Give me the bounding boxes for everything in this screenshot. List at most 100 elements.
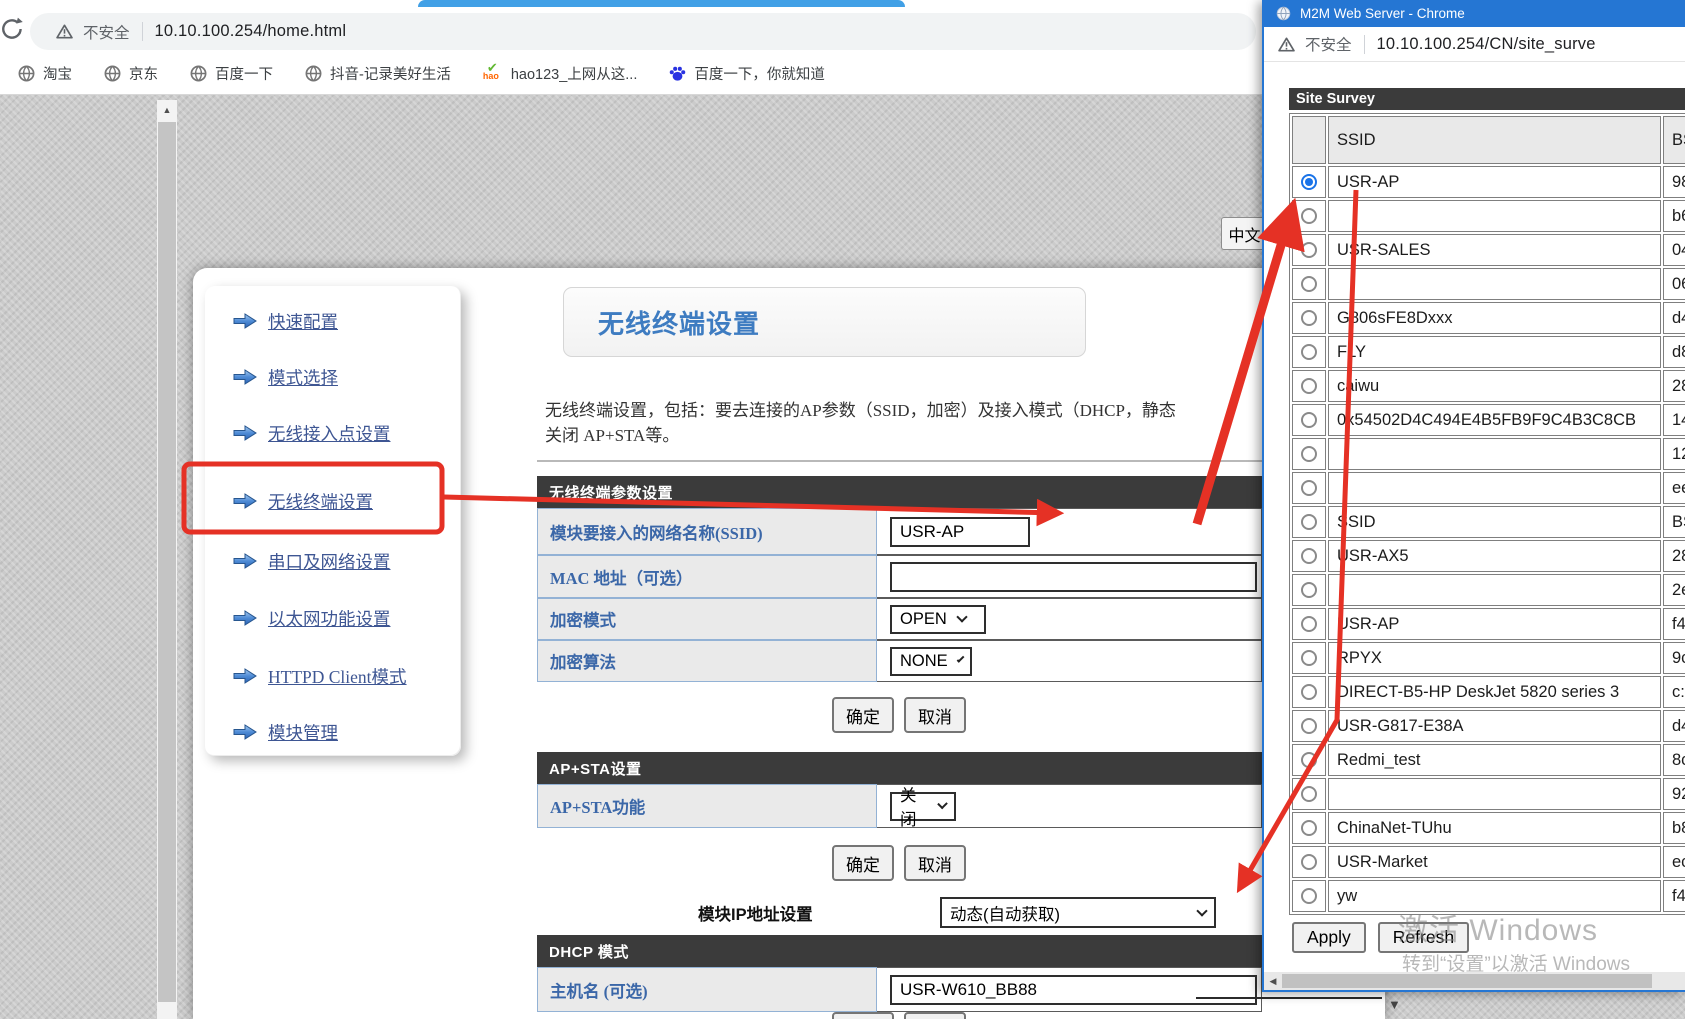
survey-ssid-cell[interactable]: G806sFE8Dxxx — [1328, 302, 1661, 334]
survey-ssid-cell[interactable] — [1328, 472, 1661, 504]
survey-ssid-cell[interactable]: USR-AP — [1328, 608, 1661, 640]
sidebar-item-httpd-client[interactable]: HTTPD Client模式 — [232, 664, 407, 688]
bookmark-label: 抖音-记录美好生活 — [330, 63, 451, 84]
enc-alg-select[interactable]: NONE — [890, 647, 972, 676]
apply-button[interactable]: Apply — [1292, 922, 1366, 953]
survey-ssid-cell[interactable] — [1328, 778, 1661, 810]
mac-input[interactable] — [890, 562, 1257, 592]
radio-unselected[interactable] — [1301, 888, 1317, 904]
scrollbar-thumb[interactable] — [158, 122, 176, 1002]
radio-unselected[interactable] — [1301, 752, 1317, 768]
survey-ssid-cell[interactable]: 0x54502D4C494E4B5FB9F9C4B3C8CB — [1328, 404, 1661, 436]
radio-unselected[interactable] — [1301, 208, 1317, 224]
survey-bssid-cell: 2e — [1663, 574, 1685, 606]
radio-unselected[interactable] — [1301, 344, 1317, 360]
language-switch-button[interactable]: 中文 — [1221, 217, 1268, 250]
radio-unselected[interactable] — [1301, 378, 1317, 394]
cancel-button[interactable]: 取消 — [904, 845, 966, 881]
radio-unselected[interactable] — [1301, 480, 1317, 496]
survey-ssid-cell[interactable]: USR-SALES — [1328, 234, 1661, 266]
bookmark-label: 百度一下 — [215, 63, 273, 84]
ssid-input[interactable] — [890, 517, 1030, 547]
survey-bssid-cell: ee — [1663, 472, 1685, 504]
apsta-select[interactable]: 关闭 — [890, 792, 956, 821]
bookmark-hao123[interactable]: ✔hao hao123_上网从这... — [483, 63, 638, 84]
survey-ssid-cell[interactable]: FLY — [1328, 336, 1661, 368]
section-header-dhcp: DHCP 模式 — [537, 935, 1262, 967]
bookmark-baidu-short[interactable]: 百度一下 — [190, 63, 273, 84]
bookmark-douyin[interactable]: 抖音-记录美好生活 — [305, 63, 451, 84]
ok-button[interactable]: 确定 — [832, 697, 894, 733]
cancel-button[interactable]: 取消 — [904, 1012, 966, 1019]
radio-unselected[interactable] — [1301, 684, 1317, 700]
survey-ssid-cell[interactable] — [1328, 268, 1661, 300]
sidebar-item-ap-settings[interactable]: 无线接入点设置 — [232, 421, 391, 445]
address-bar[interactable]: 不安全 10.10.100.254/home.html — [30, 13, 1256, 50]
radio-unselected[interactable] — [1301, 242, 1317, 258]
active-tab-strip[interactable] — [418, 0, 905, 7]
sidebar-item-quick-config[interactable]: 快速配置 — [232, 309, 338, 333]
survey-ssid-cell[interactable]: USR-G817-E38A — [1328, 710, 1661, 742]
sidebar-item-uart-settings[interactable]: 串口及网络设置 — [232, 549, 391, 573]
radio-unselected[interactable] — [1301, 718, 1317, 734]
popup-titlebar[interactable]: M2M Web Server - Chrome — [1264, 0, 1685, 27]
radio-selected[interactable] — [1301, 174, 1317, 190]
enc-mode-select[interactable]: OPEN — [890, 605, 986, 634]
scroll-up-arrow-icon[interactable]: ▲ — [157, 100, 177, 120]
mac-label: MAC 地址（可选） — [537, 555, 877, 598]
radio-unselected[interactable] — [1301, 582, 1317, 598]
radio-unselected[interactable] — [1301, 276, 1317, 292]
survey-bssid-cell: 28 — [1663, 540, 1685, 572]
survey-ssid-cell[interactable]: SSID — [1328, 506, 1661, 538]
ip-mode-select[interactable]: 动态(自动获取) — [940, 897, 1216, 928]
radio-unselected[interactable] — [1301, 616, 1317, 632]
survey-ssid-cell[interactable]: USR-AP — [1328, 166, 1661, 198]
scroll-down-arrow-icon[interactable]: ▼ — [1388, 997, 1401, 1012]
survey-ssid-cell[interactable]: caiwu — [1328, 370, 1661, 402]
ssid-label: 模块要接入的网络名称(SSID) — [537, 508, 877, 555]
survey-ssid-cell[interactable]: ChinaNet-TUhu — [1328, 812, 1661, 844]
survey-radio-cell — [1292, 438, 1326, 470]
cancel-button[interactable]: 取消 — [904, 697, 966, 733]
radio-unselected[interactable] — [1301, 412, 1317, 428]
sidebar-item-label: 串口及网络设置 — [268, 549, 391, 574]
ok-button[interactable]: 确定 — [832, 1012, 894, 1019]
scroll-left-arrow-icon[interactable]: ◀ — [1264, 976, 1282, 987]
radio-unselected[interactable] — [1301, 514, 1317, 530]
radio-unselected[interactable] — [1301, 854, 1317, 870]
radio-unselected[interactable] — [1301, 446, 1317, 462]
survey-ssid-cell[interactable]: RPYX — [1328, 642, 1661, 674]
reload-icon[interactable] — [0, 16, 26, 42]
radio-unselected[interactable] — [1301, 548, 1317, 564]
sidebar-item-ethernet[interactable]: 以太网功能设置 — [232, 606, 391, 630]
bookmark-jd[interactable]: 京东 — [104, 63, 158, 84]
radio-unselected[interactable] — [1301, 786, 1317, 802]
radio-unselected[interactable] — [1301, 820, 1317, 836]
scrollbar-thumb[interactable] — [1282, 974, 1652, 988]
radio-unselected[interactable] — [1301, 650, 1317, 666]
survey-bssid-cell: b6 — [1663, 200, 1685, 232]
survey-ssid-cell[interactable] — [1328, 200, 1661, 232]
survey-ssid-cell[interactable]: USR-Market — [1328, 846, 1661, 878]
survey-ssid-cell[interactable]: Redmi_test — [1328, 744, 1661, 776]
enc-alg-label: 加密算法 — [537, 640, 877, 682]
ok-button[interactable]: 确定 — [832, 845, 894, 881]
url-text: 10.10.100.254/home.html — [155, 22, 347, 41]
survey-ssid-cell[interactable]: USR-AX5 — [1328, 540, 1661, 572]
survey-ssid-cell[interactable]: DIRECT-B5-HP DeskJet 5820 series 3 — [1328, 676, 1661, 708]
radio-unselected[interactable] — [1301, 310, 1317, 326]
hostname-input[interactable] — [890, 975, 1257, 1005]
survey-radio-cell — [1292, 336, 1326, 368]
sidebar-item-mode-select[interactable]: 模式选择 — [232, 365, 338, 389]
sidebar-item-sta-settings[interactable]: 无线终端设置 — [232, 489, 373, 513]
ssid-value-cell: 搜索 — [877, 508, 1262, 555]
sidebar-item-module-admin[interactable]: 模块管理 — [232, 720, 338, 744]
popup-address-bar[interactable]: 不安全 10.10.100.254/CN/site_surve — [1264, 27, 1685, 62]
survey-ssid-cell[interactable] — [1328, 438, 1661, 470]
survey-radio-cell — [1292, 676, 1326, 708]
bookmark-taobao[interactable]: 淘宝 — [18, 63, 72, 84]
survey-ssid-cell[interactable] — [1328, 574, 1661, 606]
main-vertical-scrollbar[interactable]: ▲ — [157, 100, 177, 1019]
bookmark-baidu-full[interactable]: 百度一下，你就知道 — [669, 63, 825, 84]
survey-bssid-cell: f4: — [1663, 880, 1685, 912]
